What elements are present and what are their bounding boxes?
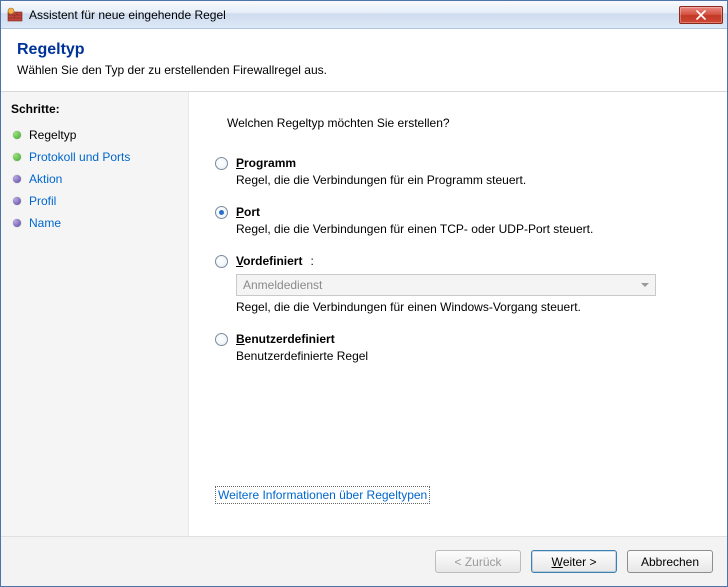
option-predefined[interactable]: Vordefiniert : Anmeldedienst Regel, die … bbox=[215, 254, 701, 314]
page-title: Regeltyp bbox=[17, 41, 711, 59]
step-bullet-icon bbox=[13, 219, 21, 227]
next-button[interactable]: Weiter > bbox=[531, 550, 617, 573]
steps-heading: Schritte: bbox=[11, 102, 178, 116]
close-icon bbox=[695, 10, 707, 20]
next-button-underline: W bbox=[551, 555, 562, 569]
chevron-down-icon bbox=[641, 283, 649, 287]
back-button: < Zurück bbox=[435, 550, 521, 573]
option-title: Benutzerdefiniert bbox=[236, 332, 335, 346]
option-title: Port bbox=[236, 205, 260, 219]
firewall-icon bbox=[7, 7, 23, 23]
steps-sidebar: Schritte: Regeltyp Protokoll und Ports A… bbox=[1, 92, 189, 536]
step-protokoll-ports[interactable]: Protokoll und Ports bbox=[11, 146, 178, 168]
predefined-combo: Anmeldedienst bbox=[236, 274, 656, 296]
option-custom[interactable]: Benutzerdefiniert Benutzerdefinierte Reg… bbox=[215, 332, 701, 363]
step-profil[interactable]: Profil bbox=[11, 190, 178, 212]
combo-value: Anmeldedienst bbox=[243, 278, 322, 292]
wizard-footer: < Zurück Weiter > Abbrechen bbox=[1, 536, 727, 586]
step-label: Profil bbox=[29, 194, 56, 208]
option-port[interactable]: Port Regel, die die Verbindungen für ein… bbox=[215, 205, 701, 236]
close-button[interactable] bbox=[679, 6, 723, 24]
step-label: Name bbox=[29, 216, 61, 230]
step-label: Regeltyp bbox=[29, 128, 76, 142]
option-title-suffix: : bbox=[310, 254, 313, 268]
radio-program[interactable] bbox=[215, 157, 228, 170]
wizard-header: Regeltyp Wählen Sie den Typ der zu erste… bbox=[1, 29, 727, 92]
step-name[interactable]: Name bbox=[11, 212, 178, 234]
step-bullet-icon bbox=[13, 153, 21, 161]
option-desc: Benutzerdefinierte Regel bbox=[236, 349, 701, 363]
window-title: Assistent für neue eingehende Regel bbox=[29, 8, 673, 22]
cancel-button[interactable]: Abbrechen bbox=[627, 550, 713, 573]
wizard-main: Welchen Regeltyp möchten Sie erstellen? … bbox=[189, 92, 727, 536]
page-subtitle: Wählen Sie den Typ der zu erstellenden F… bbox=[17, 63, 711, 77]
wizard-body: Schritte: Regeltyp Protokoll und Ports A… bbox=[1, 92, 727, 536]
step-regeltyp[interactable]: Regeltyp bbox=[11, 124, 178, 146]
option-title: Vordefiniert bbox=[236, 254, 302, 268]
step-bullet-icon bbox=[13, 131, 21, 139]
option-program[interactable]: Programm Regel, die die Verbindungen für… bbox=[215, 156, 701, 187]
step-label: Aktion bbox=[29, 172, 62, 186]
radio-port[interactable] bbox=[215, 206, 228, 219]
step-label: Protokoll und Ports bbox=[29, 150, 130, 164]
wizard-window: Assistent für neue eingehende Regel Rege… bbox=[0, 0, 728, 587]
option-desc: Regel, die die Verbindungen für ein Prog… bbox=[236, 173, 701, 187]
next-button-rest: eiter > bbox=[563, 555, 597, 569]
radio-custom[interactable] bbox=[215, 333, 228, 346]
option-desc: Regel, die die Verbindungen für einen TC… bbox=[236, 222, 701, 236]
option-desc: Regel, die die Verbindungen für einen Wi… bbox=[236, 300, 701, 314]
question-text: Welchen Regeltyp möchten Sie erstellen? bbox=[227, 116, 701, 130]
titlebar: Assistent für neue eingehende Regel bbox=[1, 1, 727, 29]
option-title: Programm bbox=[236, 156, 296, 170]
step-bullet-icon bbox=[13, 175, 21, 183]
more-info-link[interactable]: Weitere Informationen über Regeltypen bbox=[215, 486, 430, 504]
radio-predefined[interactable] bbox=[215, 255, 228, 268]
step-aktion[interactable]: Aktion bbox=[11, 168, 178, 190]
step-bullet-icon bbox=[13, 197, 21, 205]
